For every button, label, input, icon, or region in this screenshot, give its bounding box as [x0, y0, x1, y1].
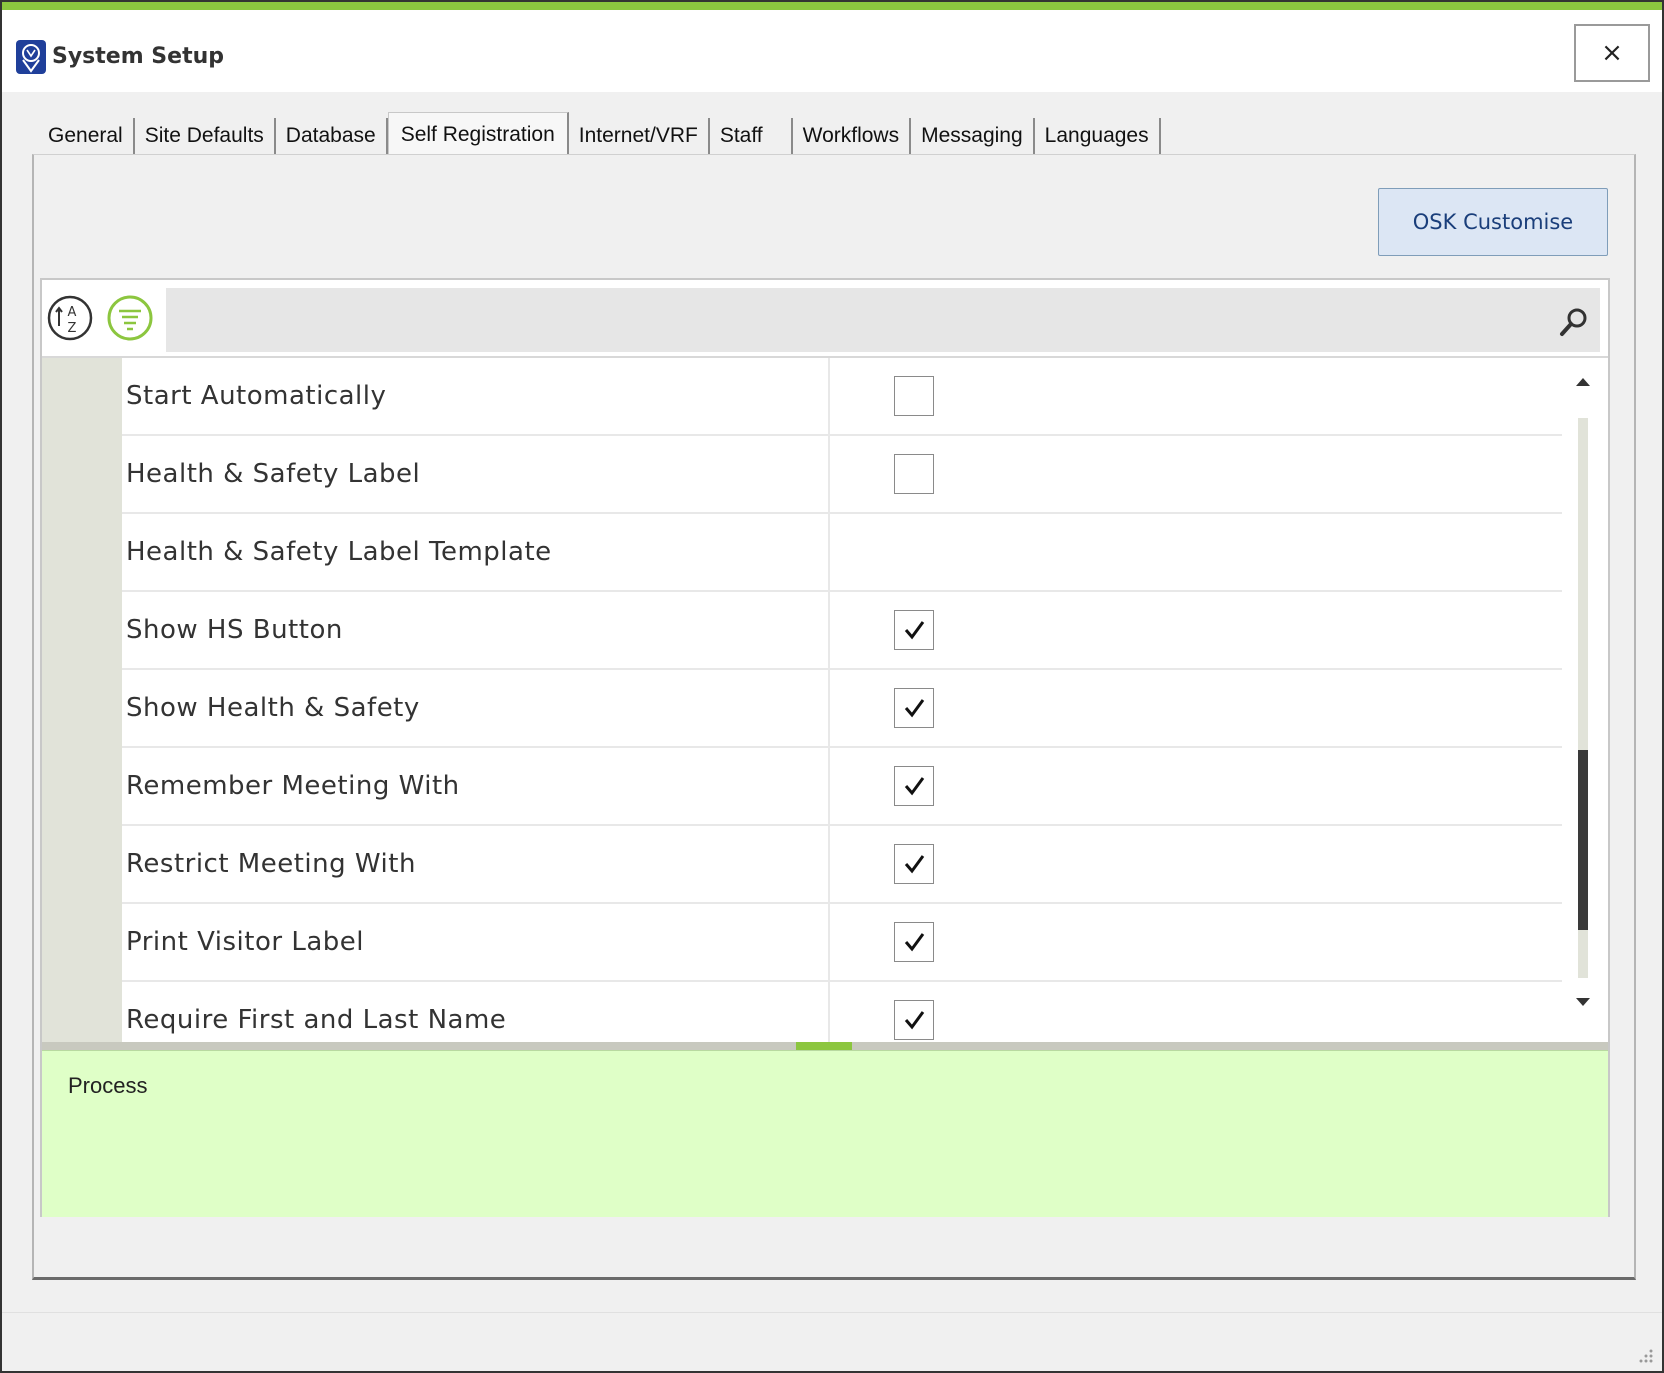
search-icon[interactable] — [1556, 304, 1592, 340]
category-gutter — [42, 358, 122, 1042]
svg-text:Z: Z — [68, 321, 77, 336]
property-row-start-automatically: Start Automatically — [122, 358, 1562, 436]
tab-site-defaults[interactable]: Site Defaults — [134, 118, 276, 154]
property-row-show-health-safety: Show Health & Safety — [122, 670, 1562, 748]
title-bar: System Setup × — [2, 10, 1662, 92]
column-divider — [828, 826, 830, 904]
tab-languages[interactable]: Languages — [1034, 118, 1161, 154]
property-label: Require First and Last Name — [126, 1005, 507, 1035]
column-divider — [828, 904, 830, 982]
checkmark-icon — [904, 1011, 925, 1030]
property-rows: Start Automatically Health & Safety Labe… — [42, 358, 1562, 1042]
search-field — [166, 288, 1600, 352]
property-label: Show HS Button — [126, 615, 343, 645]
tab-strip: General Site Defaults Database Self Regi… — [38, 112, 1161, 156]
property-label: Remember Meeting With — [126, 771, 460, 801]
checkmark-icon — [904, 777, 925, 796]
column-divider — [828, 514, 830, 592]
accent-bar — [2, 2, 1662, 10]
svg-text:A: A — [68, 305, 77, 320]
window-title: System Setup — [52, 44, 224, 69]
tab-messaging[interactable]: Messaging — [911, 118, 1035, 154]
column-divider — [828, 982, 830, 1042]
categorized-icon[interactable] — [106, 294, 154, 342]
close-button[interactable]: × — [1574, 24, 1650, 82]
sort-alphabetical-icon[interactable]: A Z — [46, 294, 94, 342]
resize-grip-icon[interactable] — [1634, 1346, 1654, 1366]
property-label: Start Automatically — [126, 381, 387, 411]
vertical-scrollbar[interactable] — [1562, 358, 1608, 1042]
tab-self-registration[interactable]: Self Registration — [387, 112, 569, 156]
property-row-health-safety-label-template: Health & Safety Label Template — [122, 514, 1562, 592]
property-label: Print Visitor Label — [126, 927, 364, 957]
tab-internet-vrf[interactable]: Internet/VRF — [568, 118, 710, 154]
checkmark-icon — [904, 855, 925, 874]
column-divider — [828, 748, 830, 826]
property-grid-toolbar: A Z — [42, 280, 1608, 358]
property-row-require-first-last-name: Require First and Last Name — [122, 982, 1562, 1042]
tab-general[interactable]: General — [38, 118, 135, 154]
property-row-print-visitor-label: Print Visitor Label — [122, 904, 1562, 982]
scroll-thumb[interactable] — [1578, 750, 1588, 930]
column-divider — [828, 670, 830, 748]
checkmark-icon — [904, 933, 925, 952]
property-grid: A Z Start Automatically Health & Safety … — [40, 278, 1610, 1217]
checkbox-print-visitor-label[interactable] — [894, 922, 934, 962]
property-row-restrict-meeting-with: Restrict Meeting With — [122, 826, 1562, 904]
checkbox-show-hs-button[interactable] — [894, 610, 934, 650]
property-label: Show Health & Safety — [126, 693, 420, 723]
checkbox-health-safety-label[interactable] — [894, 454, 934, 494]
property-row-health-safety-label: Health & Safety Label — [122, 436, 1562, 514]
checkbox-remember-meeting-with[interactable] — [894, 766, 934, 806]
tab-database[interactable]: Database — [275, 118, 388, 154]
scroll-up-arrow-icon[interactable] — [1576, 378, 1590, 386]
scroll-down-arrow-icon[interactable] — [1576, 998, 1590, 1006]
tab-staff[interactable]: Staff — [709, 118, 793, 154]
column-divider — [828, 358, 830, 436]
checkbox-restrict-meeting-with[interactable] — [894, 844, 934, 884]
checkmark-icon — [904, 621, 925, 640]
checkbox-require-first-last-name[interactable] — [894, 1000, 934, 1040]
tab-workflows[interactable]: Workflows — [792, 118, 912, 154]
column-divider — [828, 592, 830, 670]
status-bar — [2, 1312, 1662, 1371]
search-input[interactable] — [166, 288, 1600, 352]
property-row-show-hs-button: Show HS Button — [122, 592, 1562, 670]
checkbox-show-health-safety[interactable] — [894, 688, 934, 728]
property-row-remember-meeting-with: Remember Meeting With — [122, 748, 1562, 826]
description-title: Process — [68, 1073, 148, 1098]
splitter-grip[interactable] — [796, 1042, 852, 1050]
checkmark-icon — [904, 699, 925, 718]
osk-customise-button[interactable]: OSK Customise — [1378, 188, 1608, 256]
system-setup-window: System Setup × General Site Defaults Dat… — [0, 0, 1664, 1373]
description-splitter[interactable] — [42, 1042, 1608, 1050]
checkbox-start-automatically[interactable] — [894, 376, 934, 416]
column-divider — [828, 436, 830, 514]
description-panel: Process — [42, 1050, 1608, 1217]
app-logo-icon — [16, 40, 46, 74]
property-label: Restrict Meeting With — [126, 849, 416, 879]
property-label: Health & Safety Label Template — [126, 537, 552, 567]
property-label: Health & Safety Label — [126, 459, 421, 489]
